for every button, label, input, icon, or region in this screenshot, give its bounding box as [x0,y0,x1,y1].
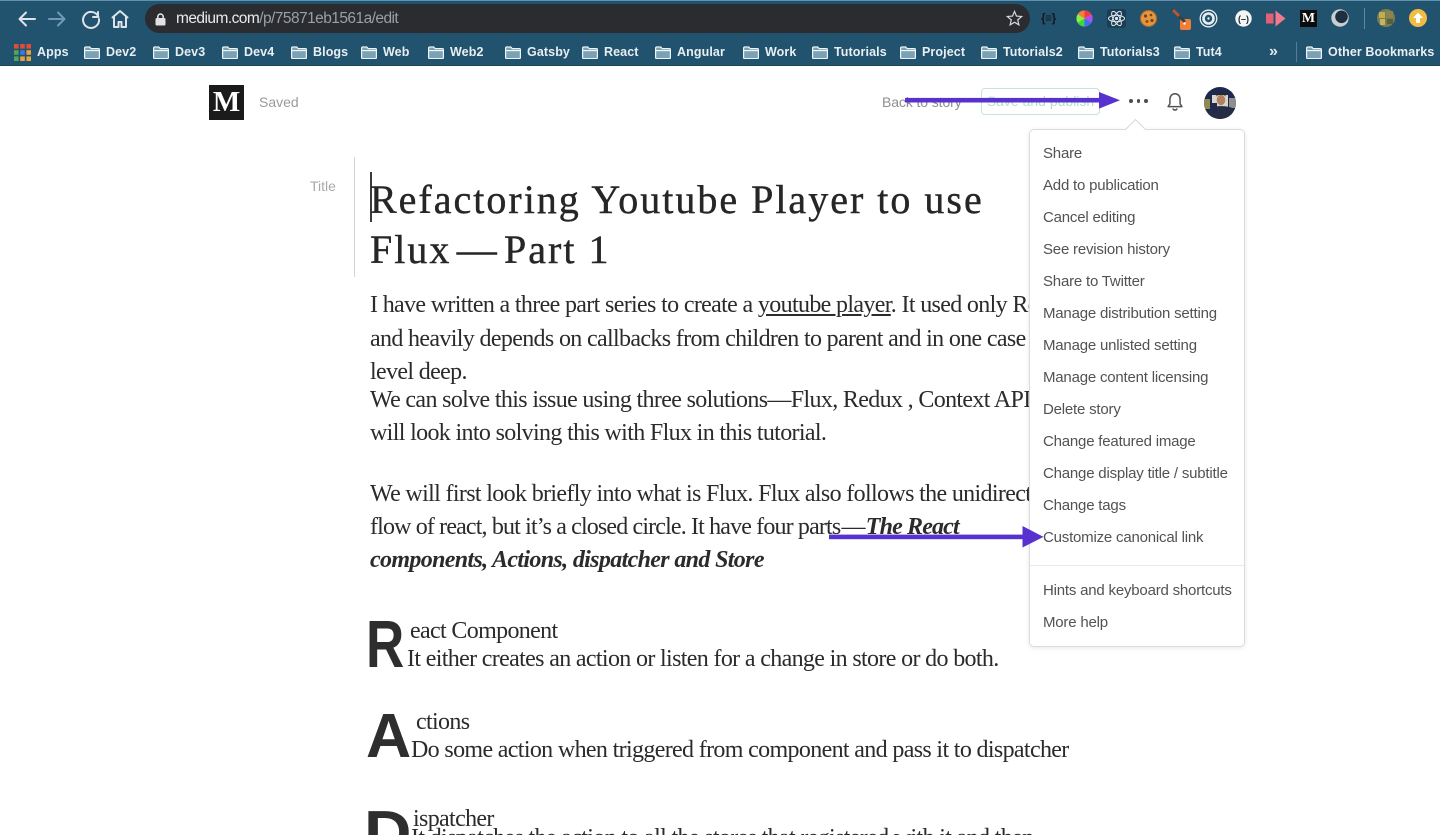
svg-text:(–): (–) [1238,14,1249,24]
